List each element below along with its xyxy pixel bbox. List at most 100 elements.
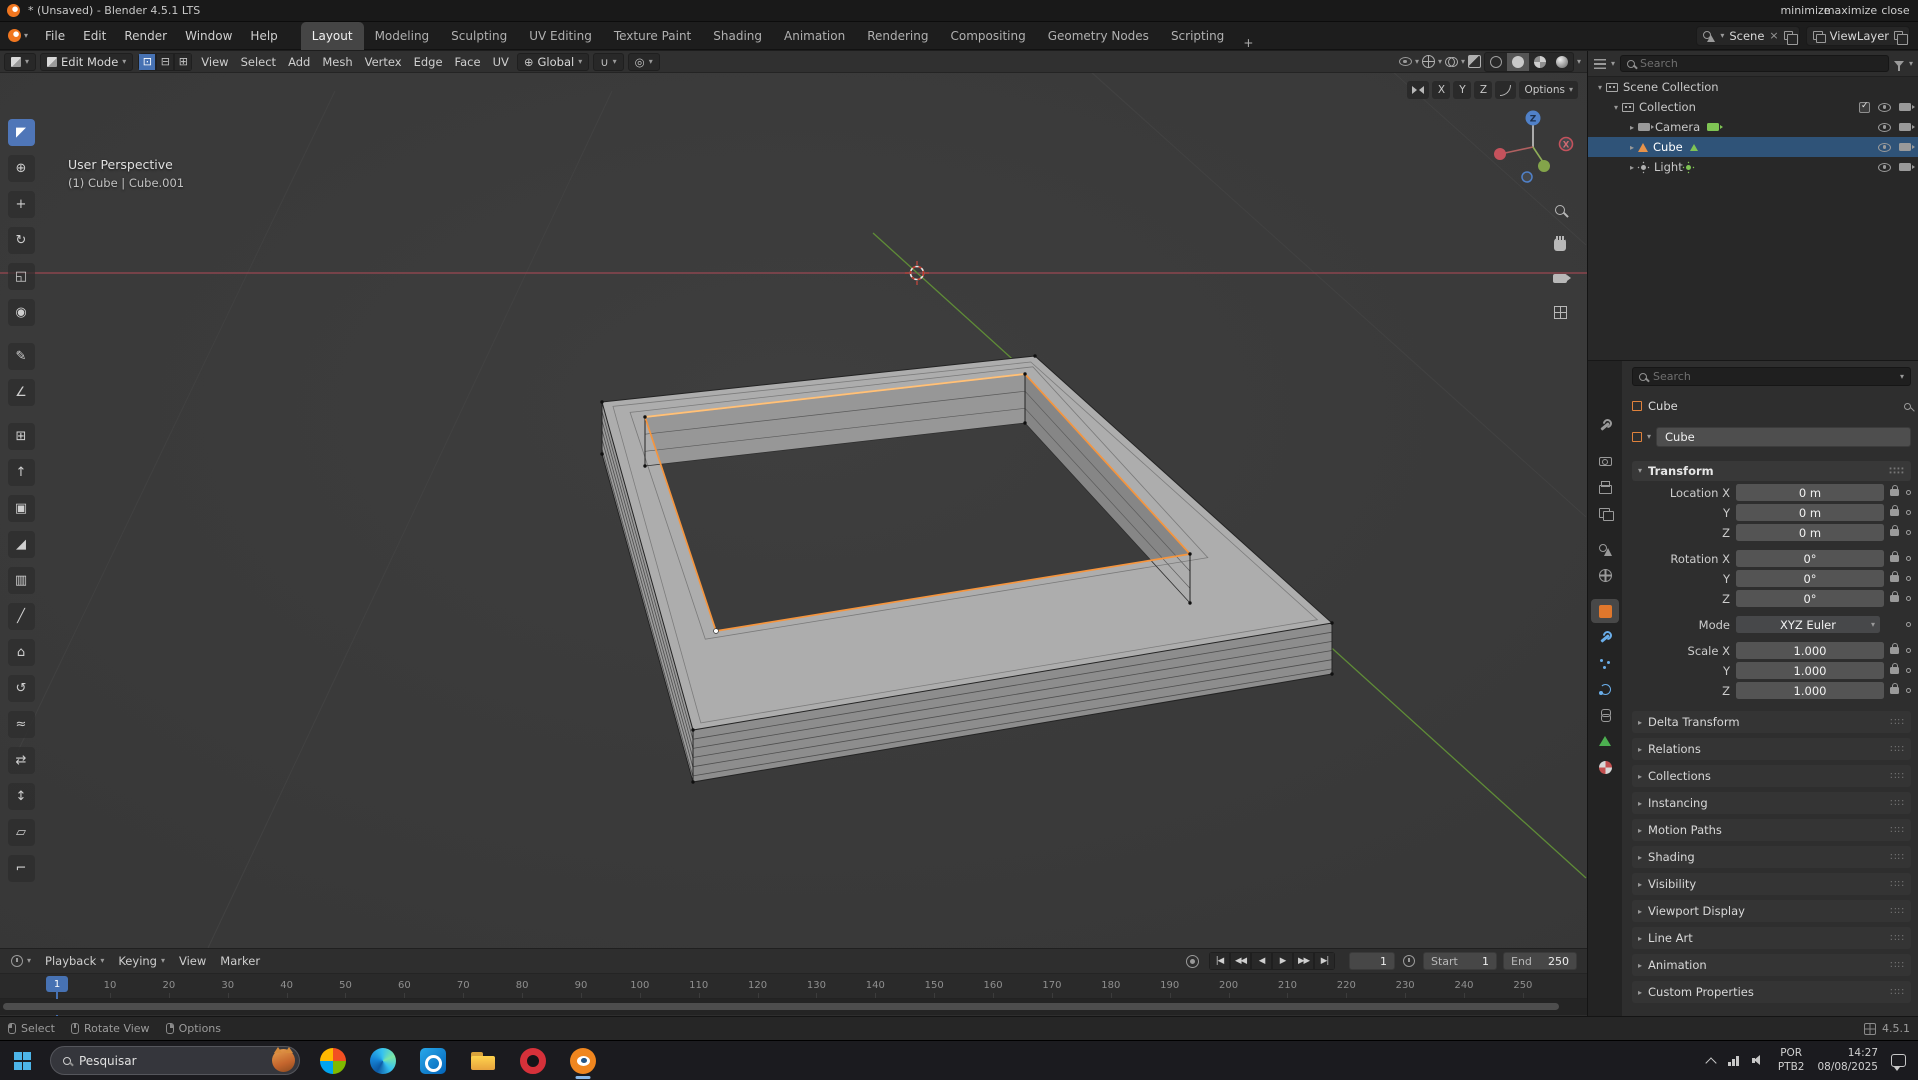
falloff-icon[interactable] [1495, 81, 1517, 99]
disable-in-renders-icon[interactable] [1899, 143, 1915, 151]
panel-motion-paths[interactable]: ▸ Motion Paths ∷∷ [1632, 819, 1911, 841]
shading-rendered-button[interactable] [1551, 53, 1573, 71]
taskbar-app-edge[interactable] [368, 1043, 398, 1079]
auto-keying-toggle[interactable] [1186, 954, 1199, 968]
animate-property-dot[interactable] [1906, 556, 1911, 561]
outliner-row-light[interactable]: ▸ Light [1588, 157, 1918, 177]
shading-wireframe-button[interactable] [1485, 53, 1507, 71]
pin-icon[interactable] [1904, 402, 1911, 410]
panel-grip-icon[interactable]: ∷∷ [1890, 717, 1905, 728]
outliner-editor-icon[interactable] [1594, 58, 1606, 69]
volume-icon[interactable] [1751, 1055, 1765, 1066]
gizmo-y-axis[interactable] [1538, 160, 1550, 172]
scrollbar-thumb[interactable] [3, 1003, 1559, 1010]
network-icon[interactable] [1728, 1055, 1739, 1066]
show-overlays-icon[interactable] [1444, 55, 1458, 68]
panel-collections[interactable]: ▸ Collections ∷∷ [1632, 765, 1911, 787]
tool-extrude-region[interactable]: ↑ [7, 459, 35, 486]
outliner-row-scene-collection[interactable]: ▾ Scene Collection [1588, 77, 1918, 97]
animate-property-dot[interactable] [1906, 668, 1911, 673]
tool-shrink-fatten[interactable]: ↕ [7, 783, 35, 810]
lock-icon[interactable] [1890, 571, 1899, 582]
workspace-tab-compositing[interactable]: Compositing [939, 22, 1036, 50]
timeline-ruler[interactable]: 1 10 20 30 40 50 60 70 80 90 100 110 120 130 140 150 16… [0, 973, 1587, 1040]
toggle-projection-icon[interactable] [1549, 301, 1571, 323]
tool-options-button[interactable]: Options ▾ [1519, 81, 1578, 99]
panel-grip-icon[interactable]: ∷∷ [1890, 744, 1905, 755]
mirror-z-toggle[interactable]: Z [1474, 81, 1493, 99]
taskbar-app-copilot[interactable] [318, 1043, 348, 1079]
properties-search-input[interactable]: Search ▾ [1632, 367, 1911, 386]
frame-start-field[interactable]: Start 1 [1423, 952, 1497, 970]
jump-to-start-button[interactable]: |◀ [1209, 952, 1230, 970]
filter-icon[interactable] [1893, 60, 1904, 71]
lock-icon[interactable] [1890, 643, 1899, 654]
animate-property-dot[interactable] [1906, 576, 1911, 581]
value-field[interactable]: 0° [1736, 550, 1884, 567]
tool-shear[interactable]: ▱ [7, 819, 35, 846]
tab-object-properties[interactable] [1591, 599, 1619, 623]
viewport-menu-vertex[interactable]: Vertex [359, 55, 408, 69]
hide-in-viewport-icon[interactable] [1878, 102, 1891, 112]
value-field[interactable]: 0° [1736, 590, 1884, 607]
value-field[interactable]: 0 m [1736, 484, 1884, 501]
breadcrumb-object[interactable]: Cube [1648, 399, 1678, 413]
panel-grip-icon[interactable]: ∷∷ [1890, 933, 1905, 944]
taskbar-app-opera[interactable] [518, 1043, 548, 1079]
hide-in-viewport-icon[interactable] [1878, 122, 1891, 132]
menu-render[interactable]: Render [115, 22, 176, 50]
animate-property-dot[interactable] [1906, 530, 1911, 535]
tool-rotate[interactable]: ↻ [7, 227, 35, 254]
menu-edit[interactable]: Edit [74, 22, 115, 50]
panel-grip-icon[interactable]: ∷∷ [1890, 879, 1905, 890]
show-gizmo-icon[interactable] [1421, 55, 1435, 68]
taskbar-app-explorer[interactable] [468, 1043, 498, 1079]
lock-icon[interactable] [1890, 663, 1899, 674]
viewport-menu-mesh[interactable]: Mesh [316, 55, 358, 69]
outliner-row-collection[interactable]: ▾ Collection [1588, 97, 1918, 117]
workspace-tab-rendering[interactable]: Rendering [856, 22, 939, 50]
timeline-scrollbar[interactable] [0, 999, 1587, 1015]
workspace-tab-animation[interactable]: Animation [773, 22, 856, 50]
blender-menu-button[interactable]: ▾ [0, 29, 36, 42]
zoom-icon[interactable] [1549, 199, 1571, 221]
outliner-search-input[interactable]: Search [1620, 55, 1889, 72]
panel-grip-icon[interactable]: ∷∷ [1890, 825, 1905, 836]
panel-grip-icon[interactable]: ∷∷ [1890, 906, 1905, 917]
taskbar-app-blender[interactable] [568, 1043, 598, 1079]
animate-property-dot[interactable] [1906, 622, 1911, 627]
chevron-down-icon[interactable]: ▾ [1594, 83, 1606, 92]
3d-viewport[interactable]: Z X ▾ Edit Mode ▾ ⊡ ⊟ ⊞ View Select Add Mesh V… [0, 51, 1587, 948]
new-viewlayer-icon[interactable] [1894, 31, 1908, 45]
viewport-menu-add[interactable]: Add [282, 55, 316, 69]
active-vertex[interactable] [713, 628, 719, 634]
tab-view-layer-properties[interactable] [1591, 501, 1619, 525]
disable-in-renders-icon[interactable] [1899, 163, 1915, 171]
menu-window[interactable]: Window [176, 22, 241, 50]
tool-scale[interactable]: ◱ [7, 263, 35, 290]
panel-custom-properties[interactable]: ▸ Custom Properties ∷∷ [1632, 981, 1911, 1003]
value-field[interactable]: 1.000 [1736, 682, 1884, 699]
lock-icon[interactable] [1890, 485, 1899, 496]
animate-property-dot[interactable] [1906, 688, 1911, 693]
timeline-menu-view[interactable]: View [172, 954, 213, 968]
lock-icon[interactable] [1890, 551, 1899, 562]
viewport-menu-view[interactable]: View [195, 55, 234, 69]
tool-smooth[interactable]: ≈ [7, 711, 35, 738]
tab-tool-properties[interactable] [1591, 413, 1619, 437]
new-scene-icon[interactable] [1783, 31, 1798, 45]
tool-add-cube[interactable]: ⊞ [7, 423, 35, 450]
panel-shading[interactable]: ▸ Shading ∷∷ [1632, 846, 1911, 868]
workspace-tab-uv-editing[interactable]: UV Editing [518, 22, 603, 50]
animate-property-dot[interactable] [1906, 490, 1911, 495]
panel-viewport-display[interactable]: ▸ Viewport Display ∷∷ [1632, 900, 1911, 922]
tool-poly-build[interactable]: ⌂ [7, 639, 35, 666]
tab-constraints-properties[interactable] [1591, 703, 1619, 727]
viewport-menu-uv[interactable]: UV [487, 55, 515, 69]
timeline-menu-keying[interactable]: Keying ▾ [111, 954, 172, 968]
object-name-field[interactable]: Cube [1656, 427, 1911, 447]
edge-select-icon[interactable]: ⊟ [156, 52, 175, 71]
panel-grip-icon[interactable]: ∷∷ [1890, 852, 1905, 863]
play-button[interactable]: ▶ [1272, 952, 1293, 970]
chevron-down-icon[interactable]: ▾ [1610, 103, 1622, 112]
